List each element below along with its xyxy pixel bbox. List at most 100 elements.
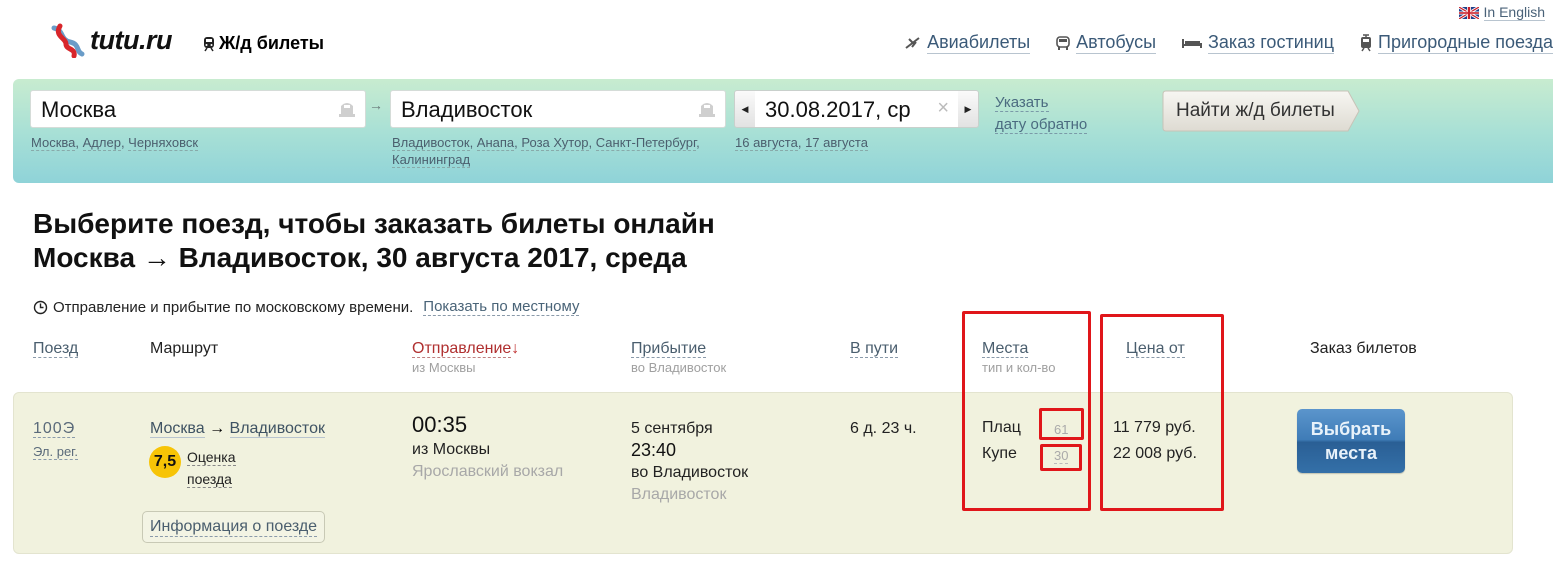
time-note-text: Отправление и прибытие по московскому вр… xyxy=(53,298,414,316)
seats-subheader: тип и кол-во xyxy=(982,360,1056,375)
seat-count[interactable]: 30 xyxy=(1054,448,1069,464)
route-to-link[interactable]: Владивосток xyxy=(229,420,325,438)
order-header-label: Заказ билетов xyxy=(1310,340,1417,357)
section-title-text: Ж/д билеты xyxy=(219,33,325,53)
return-date-line1[interactable]: Указать xyxy=(995,94,1049,112)
rating-link[interactable]: Оценка поезда xyxy=(187,446,236,490)
train-icon xyxy=(204,36,214,51)
departure-station: Ярославский вокзал xyxy=(412,463,564,480)
local-time-toggle[interactable]: Показать по местному xyxy=(423,298,580,316)
column-header-departure[interactable]: Отправление↓ из Москвы xyxy=(412,340,519,375)
from-suggestion[interactable]: Адлер xyxy=(82,135,121,151)
page-title-line1: Выберите поезд, чтобы заказать билеты он… xyxy=(33,208,715,239)
departure-subheader: из Москвы xyxy=(412,360,476,375)
sort-departure[interactable]: Отправление xyxy=(412,340,512,358)
train-info-button[interactable]: Информация о поезде xyxy=(142,511,326,543)
return-date-link[interactable]: Указать дату обратно xyxy=(995,92,1088,136)
sort-duration[interactable]: В пути xyxy=(850,340,899,358)
price: 11 779 руб. xyxy=(1113,419,1196,436)
bus-icon xyxy=(1056,36,1070,50)
to-suggestion[interactable]: Калининград xyxy=(392,152,471,168)
bed-icon xyxy=(1182,39,1203,48)
to-suggestion[interactable]: Анапа xyxy=(476,135,515,151)
prev-date-button[interactable]: ◀ xyxy=(735,91,755,127)
departure-city: из Москвы xyxy=(412,441,491,458)
uk-flag-icon xyxy=(1458,6,1479,19)
arrival-subheader: во Владивосток xyxy=(631,360,727,375)
arrival-station: Владивосток xyxy=(631,486,727,503)
nav-item-avia[interactable]: Авиабилеты xyxy=(905,32,1031,54)
logo-text: tutu.ru xyxy=(90,24,172,55)
date-suggestion[interactable]: 17 августа xyxy=(805,135,868,151)
train-number[interactable]: 100Э xyxy=(33,420,76,438)
clock-icon xyxy=(33,300,48,314)
rating-label-line2[interactable]: поезда xyxy=(187,471,232,488)
route-from-link[interactable]: Москва xyxy=(150,420,205,438)
sort-arrival[interactable]: Прибытие xyxy=(631,340,707,358)
date-input[interactable]: 30.08.2017, ср × xyxy=(755,91,958,127)
to-suggestion[interactable]: Владивосток xyxy=(392,135,470,151)
column-header-seats[interactable]: Места тип и кол-во xyxy=(982,340,1055,375)
nav-label[interactable]: Заказ гостиниц xyxy=(1208,32,1335,54)
return-date-line2[interactable]: дату обратно xyxy=(995,116,1088,134)
clear-date-icon[interactable]: × xyxy=(937,97,949,120)
seat-count[interactable]: 61 xyxy=(1054,422,1069,438)
search-panel: Москва → Владивосток Москва, Адлер, Черн… xyxy=(13,79,1553,183)
travel-duration: 6 д. 23 ч. xyxy=(850,420,917,437)
search-button[interactable]: Найти ж/д билеты xyxy=(1162,90,1360,132)
column-header-arrival[interactable]: Прибытие во Владивосток xyxy=(631,340,726,375)
nav-item-hotels[interactable]: Заказ гостиниц xyxy=(1182,32,1335,54)
to-suggestion[interactable]: Санкт-Петербург xyxy=(595,135,697,151)
column-header-price[interactable]: Цена от xyxy=(1126,340,1185,358)
section-title: Ж/д билеты xyxy=(203,33,324,54)
site-logo[interactable]: tutu.ru xyxy=(50,22,172,58)
seat-type: Купе xyxy=(982,445,1017,462)
column-header-train[interactable]: Поезд xyxy=(33,340,79,358)
nav-label[interactable]: Пригородные поезда xyxy=(1378,32,1553,54)
rating-label-line1[interactable]: Оценка xyxy=(187,449,236,466)
search-button-label: Найти ж/д билеты xyxy=(1176,100,1335,121)
from-suggestion[interactable]: Черняховск xyxy=(128,135,199,151)
nav-label[interactable]: Автобусы xyxy=(1076,32,1157,54)
from-station-input[interactable]: Москва xyxy=(30,90,366,128)
column-header-order: Заказ билетов xyxy=(1310,340,1417,358)
language-switch[interactable]: In English xyxy=(1458,4,1545,21)
sort-price[interactable]: Цена от xyxy=(1126,340,1185,358)
station-picker-icon[interactable] xyxy=(697,100,717,118)
sort-seats[interactable]: Места xyxy=(982,340,1029,358)
time-note: Отправление и прибытие по московскому вр… xyxy=(33,298,580,316)
next-date-button[interactable]: ▶ xyxy=(958,91,978,127)
airplane-icon xyxy=(905,37,920,49)
column-header-duration[interactable]: В пути xyxy=(850,340,899,358)
date-picker: ◀ 30.08.2017, ср × ▶ xyxy=(734,90,979,128)
to-suggestion[interactable]: Роза Хутор xyxy=(521,135,589,151)
nav-item-suburban[interactable]: Пригородные поезда xyxy=(1360,32,1553,54)
train-number-link[interactable]: 100Э xyxy=(33,420,76,438)
train-route: Москва → Владивосток xyxy=(150,420,325,438)
arrival-date: 5 сентября xyxy=(631,420,713,437)
page-title-line2: Москва → Владивосток, 30 августа 2017, с… xyxy=(33,242,687,273)
date-value: 30.08.2017, ср xyxy=(765,97,911,122)
seat-type: Плац xyxy=(982,419,1021,436)
date-suggestion[interactable]: 16 августа xyxy=(735,135,798,151)
to-station-input[interactable]: Владивосток xyxy=(390,90,726,128)
from-suggestion[interactable]: Москва xyxy=(31,135,76,151)
nav-item-bus[interactable]: Автобусы xyxy=(1056,32,1157,54)
nav-label[interactable]: Авиабилеты xyxy=(927,32,1031,54)
suburban-train-icon xyxy=(1361,34,1372,52)
to-station-value: Владивосток xyxy=(401,97,533,122)
table-row: 100Э Эл. рег. Москва → Владивосток 7,5 О… xyxy=(13,392,1513,554)
language-link[interactable]: In English xyxy=(1483,4,1545,21)
sort-train[interactable]: Поезд xyxy=(33,340,79,358)
route-arrow: → xyxy=(209,420,226,437)
from-suggestions: Москва, Адлер, Черняховск xyxy=(31,135,199,151)
station-picker-icon[interactable] xyxy=(337,100,357,118)
train-type-link[interactable]: Эл. рег. xyxy=(33,444,78,460)
price: 22 008 руб. xyxy=(1113,445,1197,462)
top-nav: Авиабилеты Автобусы Заказ гостиниц Приго… xyxy=(905,32,1553,54)
page-title: Выберите поезд, чтобы заказать билеты он… xyxy=(33,207,715,275)
sort-down-icon: ↓ xyxy=(511,340,520,357)
column-header-route: Маршрут xyxy=(150,340,218,358)
choose-seats-button[interactable]: Выбрать места xyxy=(1297,409,1405,473)
train-type[interactable]: Эл. рег. xyxy=(33,444,78,460)
